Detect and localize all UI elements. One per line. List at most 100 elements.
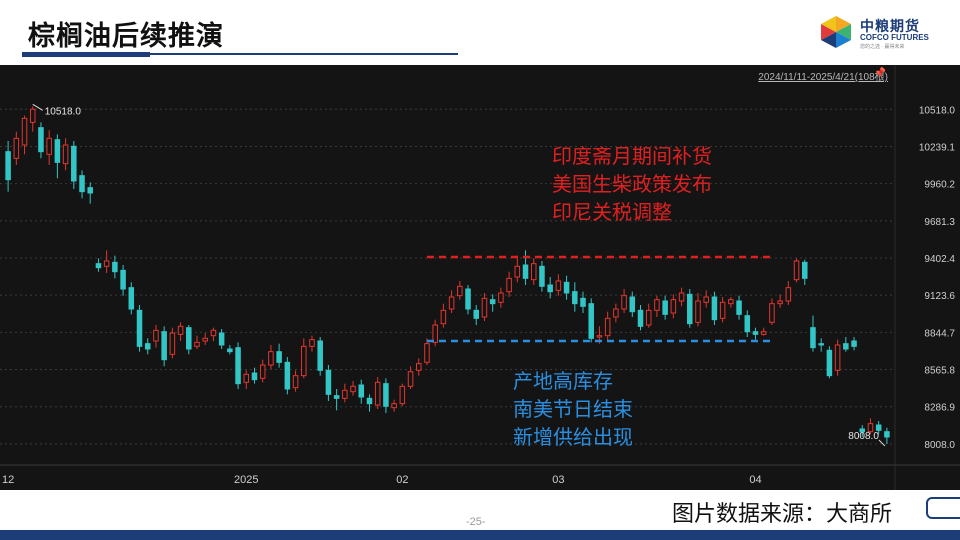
title-underline [150,53,458,55]
x-tick-label: 2025 [234,474,258,486]
y-tick-label: 9123.6 [924,291,955,302]
candle-body [473,309,480,319]
candle-body [202,337,208,342]
candle-body [572,291,578,305]
candle-body [120,269,126,290]
candlestick-chart-panel: 10518.0 10239.1 9960.2 9681.3 9402.4 9123.6 88… [0,65,960,490]
candle-body [613,308,619,318]
max-price-label: 10518.0 [45,106,82,117]
candle-body [259,364,266,379]
candle-body [268,351,274,366]
candle-body [457,285,463,297]
pin-icon[interactable]: 📌 [874,68,886,79]
candle-body [432,324,438,343]
candle-body [87,187,93,194]
candle-body [13,137,20,159]
x-tick-label: 12 [2,474,14,486]
candle-body [186,327,192,350]
y-tick-label: 9960.2 [924,180,955,191]
candle-body [358,384,365,398]
min-marker-arrow [878,439,886,447]
candle-body [539,265,545,287]
candle-body [711,296,718,321]
candle-body [687,293,693,325]
candle-body [793,260,800,281]
candle-body [243,373,250,383]
logo-text-en: COFCO FUTURES [860,33,929,42]
candle-body [506,277,512,293]
candle-body [136,309,143,347]
candle-body [662,300,668,315]
candle-body [448,296,455,310]
candle-body [325,369,332,395]
candle-body [210,329,217,337]
candle-body [424,343,430,363]
date-range-label: 2024/11/11-2025/4/21(108根) [758,72,888,83]
logo-slogan: 您的之选 · 赢得未来 [860,44,905,50]
candle-body [309,339,315,347]
candlestick-chart: 10518.0 10239.1 9960.2 9681.3 9402.4 9123.6 88… [0,65,960,490]
candle-body [251,372,258,381]
candle-body [604,317,611,337]
candle-body [547,284,553,293]
candle-body [818,343,824,346]
candle-body [843,343,849,350]
cofco-logo-icon [821,16,851,48]
candle-body [79,175,85,193]
nav-button[interactable] [926,497,960,519]
candle-body [95,263,102,269]
title-underline-accent [22,52,150,57]
candle-body [350,385,356,393]
bearish-factor-text: 产地高库存 [513,369,613,393]
candle-body [760,331,767,335]
bullish-factor-text: 印尼关税调整 [552,200,672,224]
candle-body [227,348,233,353]
candle-body [342,389,348,399]
page-title: 棕榈油后续推演 [28,21,224,51]
y-tick-label: 10239.1 [919,142,956,153]
page-number: -25- [466,516,486,528]
y-tick-label: 10518.0 [919,105,956,116]
candle-body [834,344,841,371]
footer-bar [0,530,960,540]
bullish-factor-text: 美国生柴政策发布 [552,172,712,196]
candle-body [621,295,627,310]
candle-body [153,329,159,342]
bearish-factor-text: 新增供给出现 [513,425,633,449]
candle-body [670,299,677,314]
candle-body [333,395,340,399]
y-tick-label: 8565.8 [924,366,955,377]
candle-body [637,309,644,327]
candle-body [728,299,734,305]
y-tick-label: 8286.9 [924,403,955,414]
candle-body [563,281,570,294]
candle-body [629,296,636,313]
candle-body [391,403,397,409]
candle-body [276,351,282,363]
candle-body [530,263,537,281]
candle-body [498,292,504,303]
candle-body [383,383,389,407]
candle-body [62,144,69,165]
y-tick-label: 8844.7 [924,328,955,339]
candle-body [703,296,709,303]
candle-body [810,327,816,349]
candle-body [736,300,742,315]
candle-body [719,301,726,319]
data-source-note: 图片数据来源：大商所 [672,502,893,527]
candle-body [374,381,381,406]
candle-body [161,331,167,361]
candle-body [29,108,36,123]
candle-body [103,260,110,267]
candle-body [654,299,660,311]
candle-body [235,347,241,385]
candle-body [645,309,652,326]
x-tick-label: 03 [552,474,564,486]
candle-body [128,287,135,310]
y-tick-label: 9402.4 [924,254,955,265]
candle-body [596,335,603,338]
candle-body [752,331,759,335]
candle-body [826,349,833,377]
candle-body [802,261,808,279]
bearish-factor-text: 南美节日结束 [513,397,633,421]
